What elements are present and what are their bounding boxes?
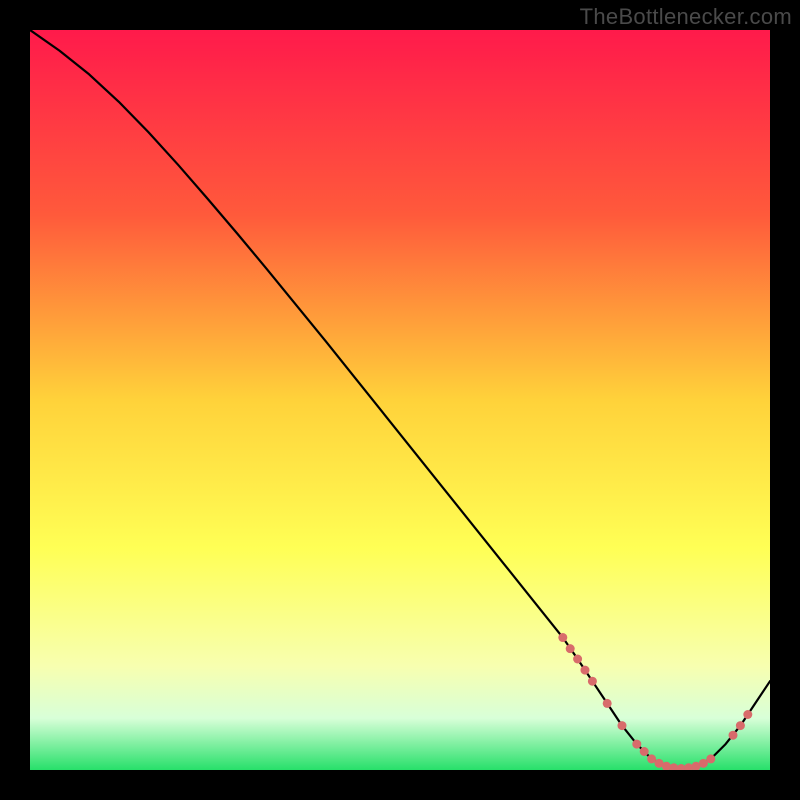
highlight-dot: [573, 655, 582, 664]
gradient-background: [30, 30, 770, 770]
highlight-dot: [632, 740, 641, 749]
highlight-dot: [618, 721, 627, 730]
chart-svg: [30, 30, 770, 770]
highlight-dot: [566, 644, 575, 653]
plot-area: [30, 30, 770, 770]
highlight-dot: [581, 666, 590, 675]
highlight-dot: [603, 699, 612, 708]
highlight-dot: [706, 754, 715, 763]
highlight-dot: [736, 721, 745, 730]
watermark-text: TheBottlenecker.com: [580, 4, 792, 30]
highlight-dot: [729, 731, 738, 740]
highlight-dot: [588, 677, 597, 686]
highlight-dot: [558, 633, 567, 642]
highlight-dot: [743, 710, 752, 719]
chart-frame: TheBottlenecker.com: [0, 0, 800, 800]
highlight-dot: [640, 747, 649, 756]
